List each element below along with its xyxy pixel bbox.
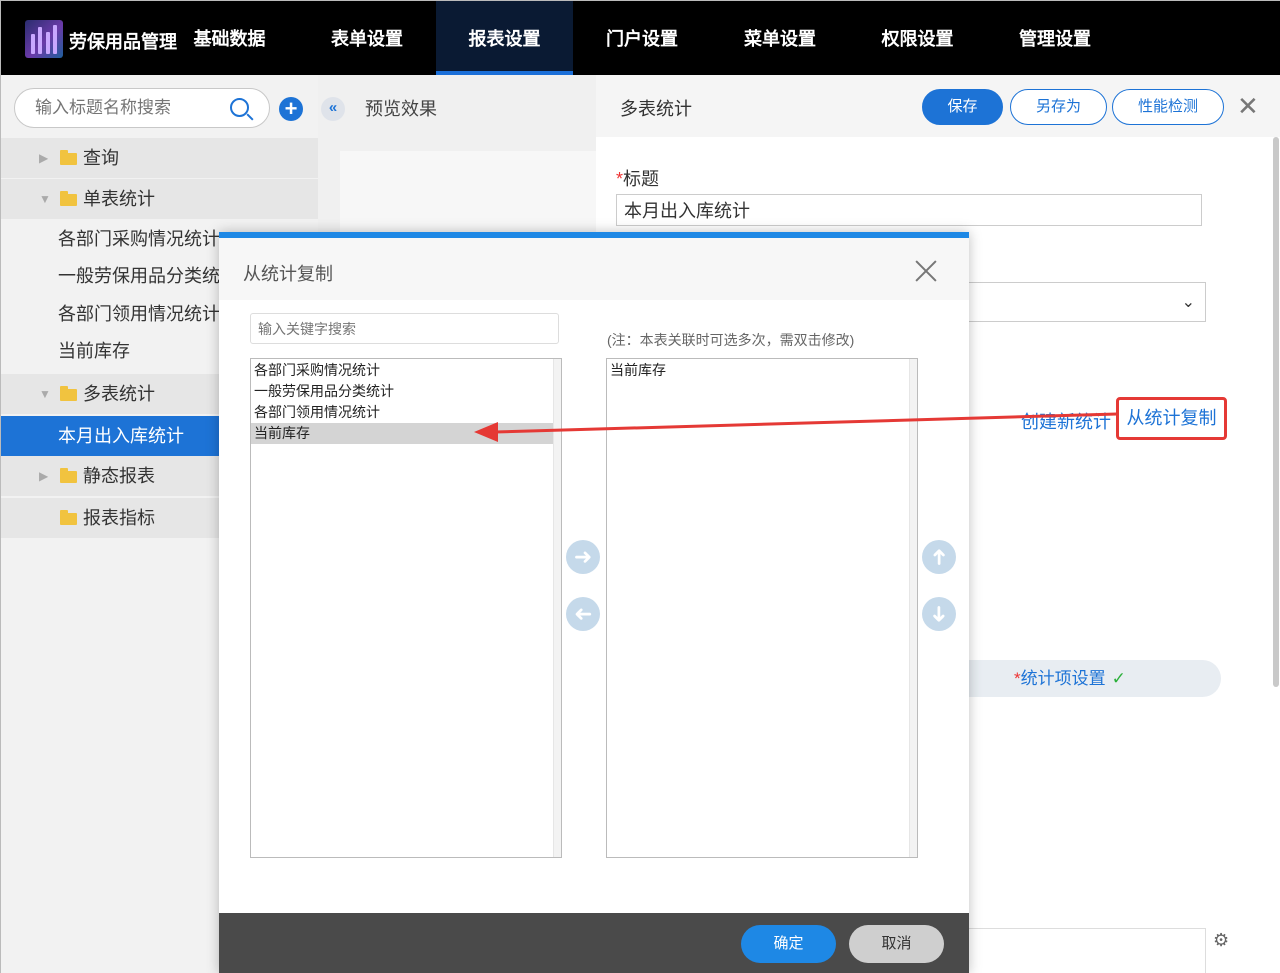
tree-label: 静态报表	[83, 466, 155, 486]
folder-icon	[60, 510, 77, 525]
close-icon[interactable]: ✕	[1237, 91, 1259, 122]
tree-folder-query[interactable]: ▶ 查询	[1, 138, 318, 178]
dialog-title: 从统计复制	[243, 264, 333, 284]
caret-right-icon[interactable]: ▶	[39, 138, 48, 178]
title-field-label: *标题	[616, 169, 660, 189]
close-icon[interactable]	[915, 260, 937, 282]
save-as-button[interactable]: 另存为	[1010, 89, 1107, 125]
top-nav: 劳保用品管理 基础数据 表单设置 报表设置 门户设置 菜单设置 权限设置 管理设…	[1, 1, 1280, 75]
arrow-down-icon[interactable]: ➜	[922, 597, 956, 631]
app-logo-icon	[25, 20, 63, 58]
folder-icon	[60, 191, 77, 206]
arrow-left-icon[interactable]: ➜	[566, 597, 600, 631]
add-icon[interactable]: +	[279, 97, 303, 121]
tree-label: 本月出入库统计	[58, 426, 184, 446]
tree-label: 多表统计	[83, 384, 155, 404]
folder-icon	[60, 468, 77, 483]
check-icon: ✓	[1111, 669, 1126, 688]
nav-item-basic-data[interactable]: 基础数据	[181, 1, 278, 75]
arrow-up-icon[interactable]: ➜	[922, 540, 956, 574]
scrollbar[interactable]	[1273, 137, 1279, 687]
nav-item-report-settings[interactable]: 报表设置	[436, 1, 573, 75]
title-input[interactable]	[616, 194, 1202, 226]
tree-label: 查询	[83, 148, 119, 168]
chevron-down-icon: ⌄	[1181, 294, 1195, 311]
tree-label: 各部门领用情况统计	[58, 304, 220, 324]
nav-item-permission-settings[interactable]: 权限设置	[849, 1, 986, 75]
perf-check-button[interactable]: 性能检测	[1112, 89, 1224, 125]
tree-label: 当前库存	[58, 341, 130, 361]
preview-title: 预览效果	[365, 99, 437, 119]
tree-folder-single-table[interactable]: ▼ 单表统计	[1, 179, 318, 219]
scrollbar[interactable]	[553, 359, 561, 857]
cancel-button[interactable]: 取消	[849, 925, 944, 963]
nav-item-menu-settings[interactable]: 菜单设置	[711, 1, 849, 75]
caret-down-icon[interactable]: ▼	[39, 179, 51, 219]
tree-label: 报表指标	[83, 508, 155, 528]
sidebar-search-input[interactable]	[35, 97, 225, 119]
list-item[interactable]: 各部门采购情况统计	[251, 360, 553, 381]
sidebar-search	[14, 88, 270, 128]
collapse-icon[interactable]: «	[321, 97, 345, 121]
caret-down-icon[interactable]: ▼	[39, 374, 51, 414]
app-title: 劳保用品管理	[69, 32, 177, 52]
save-button[interactable]: 保存	[922, 89, 1003, 125]
panel-header: 多表统计 保存 另存为 性能检测 ✕	[596, 75, 1280, 137]
folder-icon	[60, 150, 77, 165]
tree-label: 单表统计	[83, 189, 155, 209]
list-item[interactable]: 一般劳保用品分类统计	[251, 381, 553, 402]
source-list[interactable]: 各部门采购情况统计 一般劳保用品分类统计 各部门领用情况统计 当前库存	[250, 358, 562, 858]
dialog-header: 从统计复制	[219, 238, 969, 300]
tree-label: 一般劳保用品分类统计	[58, 266, 238, 286]
create-stat-link[interactable]: 创建新统计	[1021, 408, 1111, 434]
caret-right-icon[interactable]: ▶	[39, 456, 48, 496]
nav-item-form-settings[interactable]: 表单设置	[298, 1, 436, 75]
target-list[interactable]: 当前库存	[606, 358, 918, 858]
arrow-right-icon[interactable]: ➜	[566, 540, 600, 574]
list-item[interactable]: 各部门领用情况统计	[251, 402, 553, 423]
dialog-note: (注：本表关联时可选多次，需双击修改)	[607, 332, 855, 348]
bottom-input[interactable]	[956, 928, 1206, 973]
stat-items-tab[interactable]: *统计项设置 ✓	[966, 660, 1221, 697]
list-item-selected[interactable]: 当前库存	[251, 423, 553, 444]
nav-item-admin-settings[interactable]: 管理设置	[986, 1, 1124, 75]
gear-icon[interactable]: ⚙	[1213, 930, 1229, 951]
dialog-footer: 确定 取消	[219, 913, 969, 973]
nav-item-portal-settings[interactable]: 门户设置	[573, 1, 711, 75]
list-item[interactable]: 当前库存	[607, 360, 909, 381]
keyword-search-input[interactable]	[250, 313, 559, 344]
scrollbar[interactable]	[909, 359, 917, 857]
copy-from-stat-dialog: 从统计复制 (注：本表关联时可选多次，需双击修改) 各部门采购情况统计 一般劳保…	[219, 232, 969, 973]
panel-title: 多表统计	[620, 99, 692, 119]
confirm-button[interactable]: 确定	[741, 925, 836, 963]
search-icon[interactable]	[230, 98, 249, 117]
folder-icon	[60, 386, 77, 401]
tree-label: 各部门采购情况统计	[58, 229, 220, 249]
copy-from-stat-link[interactable]: 从统计复制	[1116, 397, 1227, 440]
